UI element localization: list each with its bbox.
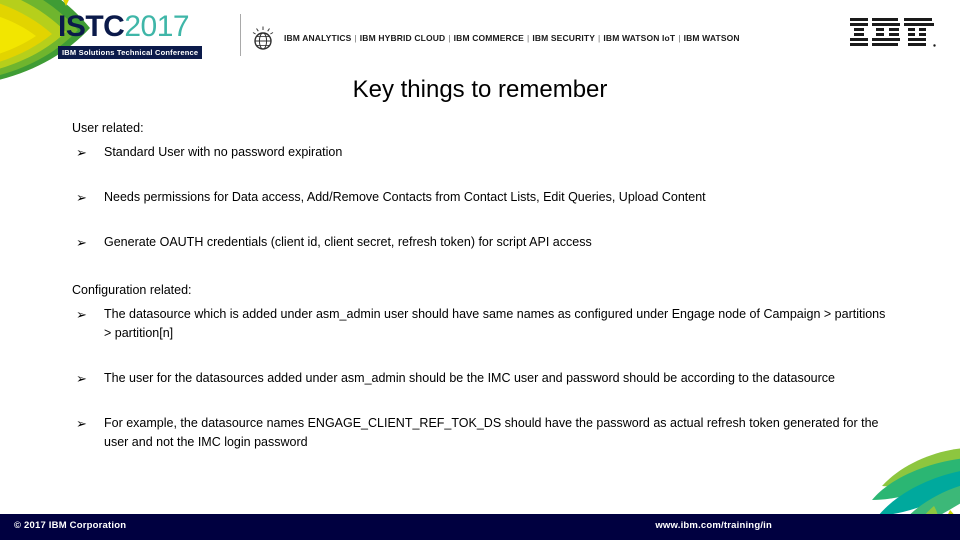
istc-logo-subtitle: IBM Solutions Technical Conference xyxy=(58,46,203,59)
istc-logo-primary: ISTC xyxy=(58,10,125,43)
brand-item-4: IBM WATSON IoT xyxy=(603,33,676,43)
slide-canvas: ISTC2017 IBM Solutions Technical Confere… xyxy=(0,0,960,540)
list-item: ➢ For example, the datasource names ENGA… xyxy=(72,414,892,452)
list-item-text: Standard User with no password expiratio… xyxy=(104,145,343,159)
list-item: ➢ Needs permissions for Data access, Add… xyxy=(72,188,892,207)
brand-item-5: IBM WATSON xyxy=(683,33,740,43)
istc-logo: ISTC2017 IBM Solutions Technical Confere… xyxy=(58,12,236,60)
brand-separator: | xyxy=(354,33,357,43)
brand-item-3: IBM SECURITY xyxy=(532,33,596,43)
list-item-text: The user for the datasources added under… xyxy=(104,371,835,385)
brand-item-1: IBM HYBRID CLOUD xyxy=(359,33,446,43)
arrow-bullet-icon: ➢ xyxy=(76,371,87,386)
brand-item-2: IBM COMMERCE xyxy=(453,33,524,43)
globe-icon xyxy=(250,26,276,52)
arrow-bullet-icon: ➢ xyxy=(76,235,87,250)
header-divider xyxy=(240,14,241,56)
brand-list: IBM ANALYTICS | IBM HYBRID CLOUD | IBM COMME… xyxy=(284,33,740,43)
section-user-related: User related: ➢ Standard User with no pa… xyxy=(72,120,892,252)
slide-footer: © 2017 IBM Corporation www.ibm.com/train… xyxy=(0,514,960,540)
slide-body: User related: ➢ Standard User with no pa… xyxy=(72,120,892,478)
footer-url[interactable]: www.ibm.com/training/in xyxy=(655,520,772,531)
istc-wordmark: ISTC2017 xyxy=(58,12,236,42)
footer-copyright: © 2017 IBM Corporation xyxy=(14,520,127,531)
arrow-bullet-icon: ➢ xyxy=(76,307,87,322)
section-heading: User related: xyxy=(72,121,144,135)
list-item: ➢ Standard User with no password expirat… xyxy=(72,143,892,162)
list-item: ➢ The datasource which is added under as… xyxy=(72,305,892,343)
arrow-bullet-icon: ➢ xyxy=(76,416,87,431)
list-item-text: The datasource which is added under asm_… xyxy=(104,307,886,340)
page-title: Key things to remember xyxy=(352,76,608,103)
list-item: ➢ The user for the datasources added und… xyxy=(72,369,892,388)
brand-item-0: IBM ANALYTICS xyxy=(284,33,352,43)
brand-separator: | xyxy=(448,33,451,43)
ibm-logo xyxy=(850,16,936,50)
section-configuration-related: Configuration related: ➢ The datasource … xyxy=(72,282,892,452)
section-heading: Configuration related: xyxy=(72,283,192,297)
slide-header: ISTC2017 IBM Solutions Technical Confere… xyxy=(0,0,960,68)
list-item-text: For example, the datasource names ENGAGE… xyxy=(104,416,879,449)
list-item-text: Needs permissions for Data access, Add/R… xyxy=(104,190,706,204)
list-item-text: Generate OAUTH credentials (client id, c… xyxy=(104,235,592,249)
list-item: ➢ Generate OAUTH credentials (client id,… xyxy=(72,233,892,252)
arrow-bullet-icon: ➢ xyxy=(76,190,87,205)
istc-logo-year: 2017 xyxy=(124,10,190,43)
arrow-bullet-icon: ➢ xyxy=(76,145,87,160)
brand-separator: | xyxy=(678,33,681,43)
